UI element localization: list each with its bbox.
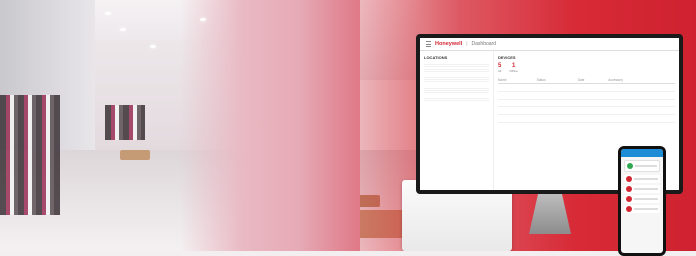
stat-all[interactable]: 5 All [498,63,501,73]
location-group[interactable] [424,76,489,83]
location-group[interactable] [424,97,489,102]
alert-text-placeholder [634,188,658,190]
stat-offline[interactable]: 1 Offline [509,63,518,73]
alert-text-placeholder [634,208,658,210]
locations-panel: LOCATIONS [420,51,494,190]
alert-icon [626,186,632,192]
stat-offline-label: Offline [509,69,518,73]
alert-icon [626,196,632,202]
locations-title: LOCATIONS [424,55,448,60]
clothing-rack [105,105,145,140]
mobile-app-screen [621,149,663,253]
alert-icon [626,176,632,182]
device-stats: 5 All 1 Offline [498,63,675,73]
status-ok-icon [627,163,633,169]
location-group[interactable] [424,86,489,93]
alert-text-placeholder [634,178,658,180]
location-group[interactable] [424,63,489,72]
clothing-rack [0,95,60,215]
mobile-alert-row[interactable] [624,175,660,183]
devices-title: DEVICES [498,55,516,60]
mobile-alert-row[interactable] [624,195,660,203]
devices-table: Name Status Date Accessory [498,77,675,123]
location-row[interactable] [424,80,489,83]
mobile-alert-row[interactable] [624,205,660,213]
alert-text-placeholder [634,198,658,200]
table-row[interactable] [498,114,675,123]
app-header: Honeywell | Dashboard [420,38,679,51]
location-row[interactable] [424,70,489,72]
breadcrumb[interactable]: Dashboard [472,41,496,47]
ceiling-light [200,18,206,21]
table-row[interactable] [498,106,675,116]
ceiling-light [120,28,126,31]
location-row[interactable] [424,91,489,93]
display-table [120,150,150,160]
ceiling-light [150,45,156,48]
mobile-app-header [621,149,663,157]
ceiling-light [105,12,111,15]
mobile-alert-row[interactable] [624,185,660,193]
table-row[interactable] [498,91,675,100]
mobile-phone [618,146,666,256]
location-row[interactable] [424,99,489,102]
stat-all-label: All [498,69,502,73]
table-row[interactable] [498,83,675,92]
status-text-placeholder [635,165,657,167]
table-row[interactable] [498,99,675,108]
menu-icon[interactable] [426,41,431,47]
breadcrumb-separator: | [466,41,468,47]
mobile-status-card[interactable] [624,160,660,172]
alert-icon [626,206,632,212]
brand-logo: Honeywell [435,41,463,47]
